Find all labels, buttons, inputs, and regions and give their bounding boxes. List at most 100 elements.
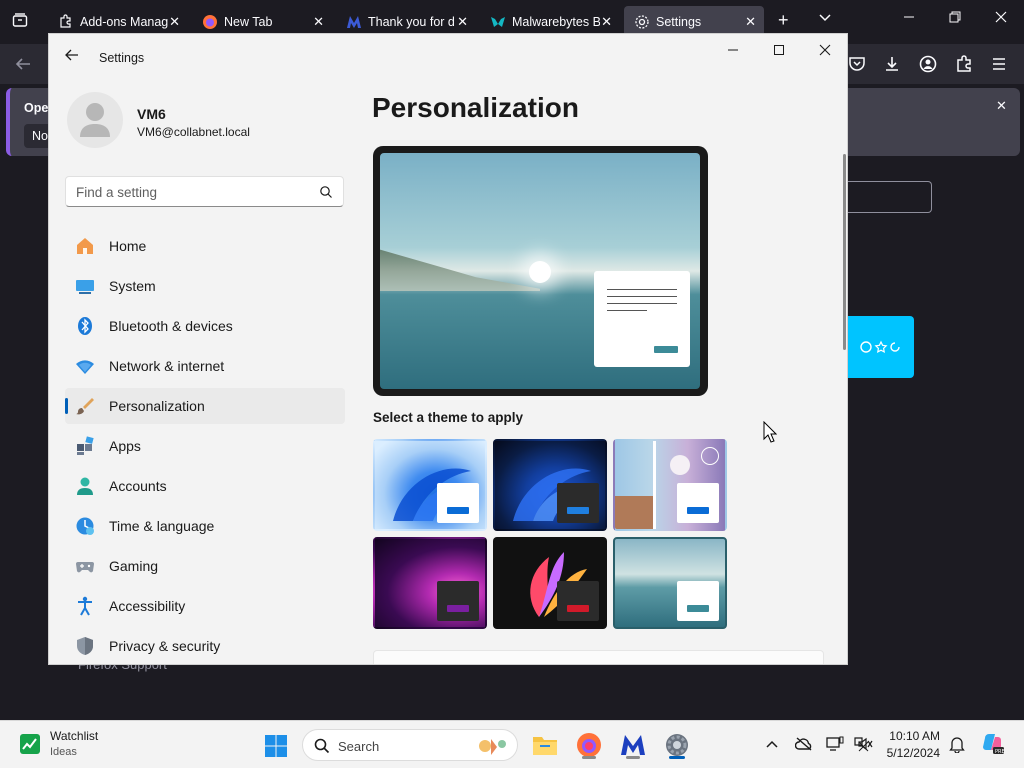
- nav-item-apps[interactable]: Apps: [65, 428, 345, 464]
- nav-item-gaming[interactable]: Gaming: [65, 548, 345, 584]
- settings-titlebar: Settings: [49, 34, 847, 80]
- spotlight-divider: [653, 441, 656, 529]
- avatar[interactable]: [67, 92, 123, 148]
- page-title: Personalization: [372, 92, 579, 123]
- pocket-icon[interactable]: [848, 56, 866, 77]
- theme-flow[interactable]: [613, 537, 727, 629]
- theme-glow[interactable]: [373, 537, 487, 629]
- chevron-up-icon[interactable]: [763, 735, 781, 753]
- close-button[interactable]: [810, 40, 840, 60]
- new-tab-icon[interactable]: +: [778, 11, 789, 29]
- nav-item-accounts[interactable]: Accounts: [65, 468, 345, 504]
- account-icon[interactable]: [919, 55, 937, 78]
- close-icon: [819, 44, 831, 56]
- maximize-button[interactable]: [764, 40, 794, 60]
- nav-item-home[interactable]: Home: [65, 228, 345, 264]
- theme-grid: [373, 439, 729, 631]
- firefox-taskbar-icon[interactable]: [575, 731, 603, 759]
- malwarebytes-icon: [347, 16, 361, 28]
- close-icon[interactable]: ✕: [745, 14, 756, 30]
- restore-icon[interactable]: [949, 10, 961, 26]
- search-icon: [320, 186, 332, 198]
- minimize-icon: [728, 49, 738, 51]
- close-icon[interactable]: ✕: [169, 14, 180, 30]
- malwarebytes-taskbar-icon[interactable]: [619, 731, 647, 759]
- stocks-widget-icon[interactable]: [20, 734, 40, 754]
- maximize-icon: [774, 45, 784, 55]
- file-explorer-icon[interactable]: [531, 731, 559, 759]
- back-icon[interactable]: [14, 56, 32, 77]
- notification-bell-icon[interactable]: [948, 735, 966, 753]
- chevron-down-icon[interactable]: [818, 10, 832, 27]
- copilot-icon[interactable]: PRE: [980, 731, 1006, 757]
- preview-landscape: [380, 249, 540, 291]
- theme-sample-window: [437, 483, 479, 523]
- nav-label: Apps: [109, 438, 141, 454]
- volume-icon[interactable]: [856, 735, 874, 753]
- firefox-page-input[interactable]: [848, 181, 932, 213]
- extensions-icon[interactable]: [955, 55, 973, 78]
- time-icon: [76, 517, 94, 535]
- cloud-offline-icon[interactable]: [795, 735, 813, 753]
- accessibility-icon: [78, 596, 92, 616]
- gaming-icon: [76, 562, 94, 573]
- theme-windows-dark[interactable]: [493, 439, 607, 531]
- widget-title[interactable]: Watchlist: [50, 729, 98, 743]
- nav-label: Personalization: [109, 398, 205, 414]
- close-icon[interactable]: ✕: [457, 14, 468, 30]
- nav-label: Bluetooth & devices: [109, 318, 233, 334]
- banner-icons: [860, 340, 900, 353]
- nav-label: Privacy & security: [109, 638, 221, 654]
- nav-item-network[interactable]: Network & internet: [65, 348, 345, 384]
- spotlight-blossom: [670, 455, 690, 475]
- clock-date[interactable]: 5/12/2024: [880, 746, 940, 760]
- nav-item-system[interactable]: System: [65, 268, 345, 304]
- search-input[interactable]: Find a setting: [65, 176, 344, 207]
- nav-label: Accessibility: [109, 598, 186, 614]
- scrollbar[interactable]: [843, 154, 846, 350]
- close-icon[interactable]: ✕: [313, 14, 324, 30]
- user-avatar-icon: [80, 103, 110, 137]
- apps-icon: [77, 436, 94, 455]
- theme-section-label: Select a theme to apply: [373, 410, 524, 425]
- tab-label: Malwarebytes B: [512, 15, 600, 29]
- download-icon[interactable]: [883, 55, 901, 78]
- minimize-button[interactable]: [718, 40, 748, 60]
- svg-text:PRE: PRE: [995, 749, 1005, 755]
- brush-icon: [76, 398, 94, 415]
- theme-windows-light[interactable]: [373, 439, 487, 531]
- minimize-icon[interactable]: [903, 10, 915, 26]
- theme-preview: [373, 146, 708, 396]
- network-icon: [76, 360, 94, 374]
- taskbar-search-input[interactable]: Search: [302, 729, 518, 761]
- nav-item-bluetooth[interactable]: Bluetooth & devices: [65, 308, 345, 344]
- tab-label: Add-ons Manager: [80, 15, 168, 29]
- settings-taskbar-icon[interactable]: [663, 731, 691, 759]
- spotlight-rock: [615, 496, 655, 529]
- theme-sample-window: [677, 581, 719, 621]
- windows-start-icon[interactable]: [264, 734, 288, 758]
- next-settings-card[interactable]: [373, 650, 824, 664]
- nav-item-accessibility[interactable]: Accessibility: [65, 588, 345, 624]
- nav-label: Network & internet: [109, 358, 225, 374]
- nav-item-privacy-security[interactable]: Privacy & security: [65, 628, 345, 664]
- close-icon[interactable]: ✕: [996, 98, 1007, 114]
- theme-sample-window: [557, 483, 599, 523]
- display-icon[interactable]: [826, 735, 844, 753]
- tab-list-icon[interactable]: [12, 12, 28, 31]
- theme-captured-motion[interactable]: [493, 537, 607, 629]
- theme-windows-spotlight[interactable]: [613, 439, 727, 531]
- close-window-icon[interactable]: [995, 10, 1007, 26]
- nav-item-time-language[interactable]: Time & language: [65, 508, 345, 544]
- tab-label: New Tab: [224, 15, 273, 29]
- running-indicator: [626, 756, 640, 759]
- close-icon[interactable]: ✕: [601, 14, 612, 30]
- firefox-page-banner[interactable]: [848, 316, 914, 378]
- menu-icon[interactable]: [991, 56, 1007, 77]
- clock-time[interactable]: 10:10 AM: [880, 729, 940, 743]
- malwarebytes-teal-icon: [491, 17, 505, 27]
- nav-item-personalization[interactable]: Personalization: [65, 388, 345, 424]
- back-arrow-icon[interactable]: [63, 46, 81, 64]
- taskbar: Watchlist Ideas Search 10:10 AM 5/12/202…: [0, 720, 1024, 768]
- running-indicator: [582, 756, 596, 759]
